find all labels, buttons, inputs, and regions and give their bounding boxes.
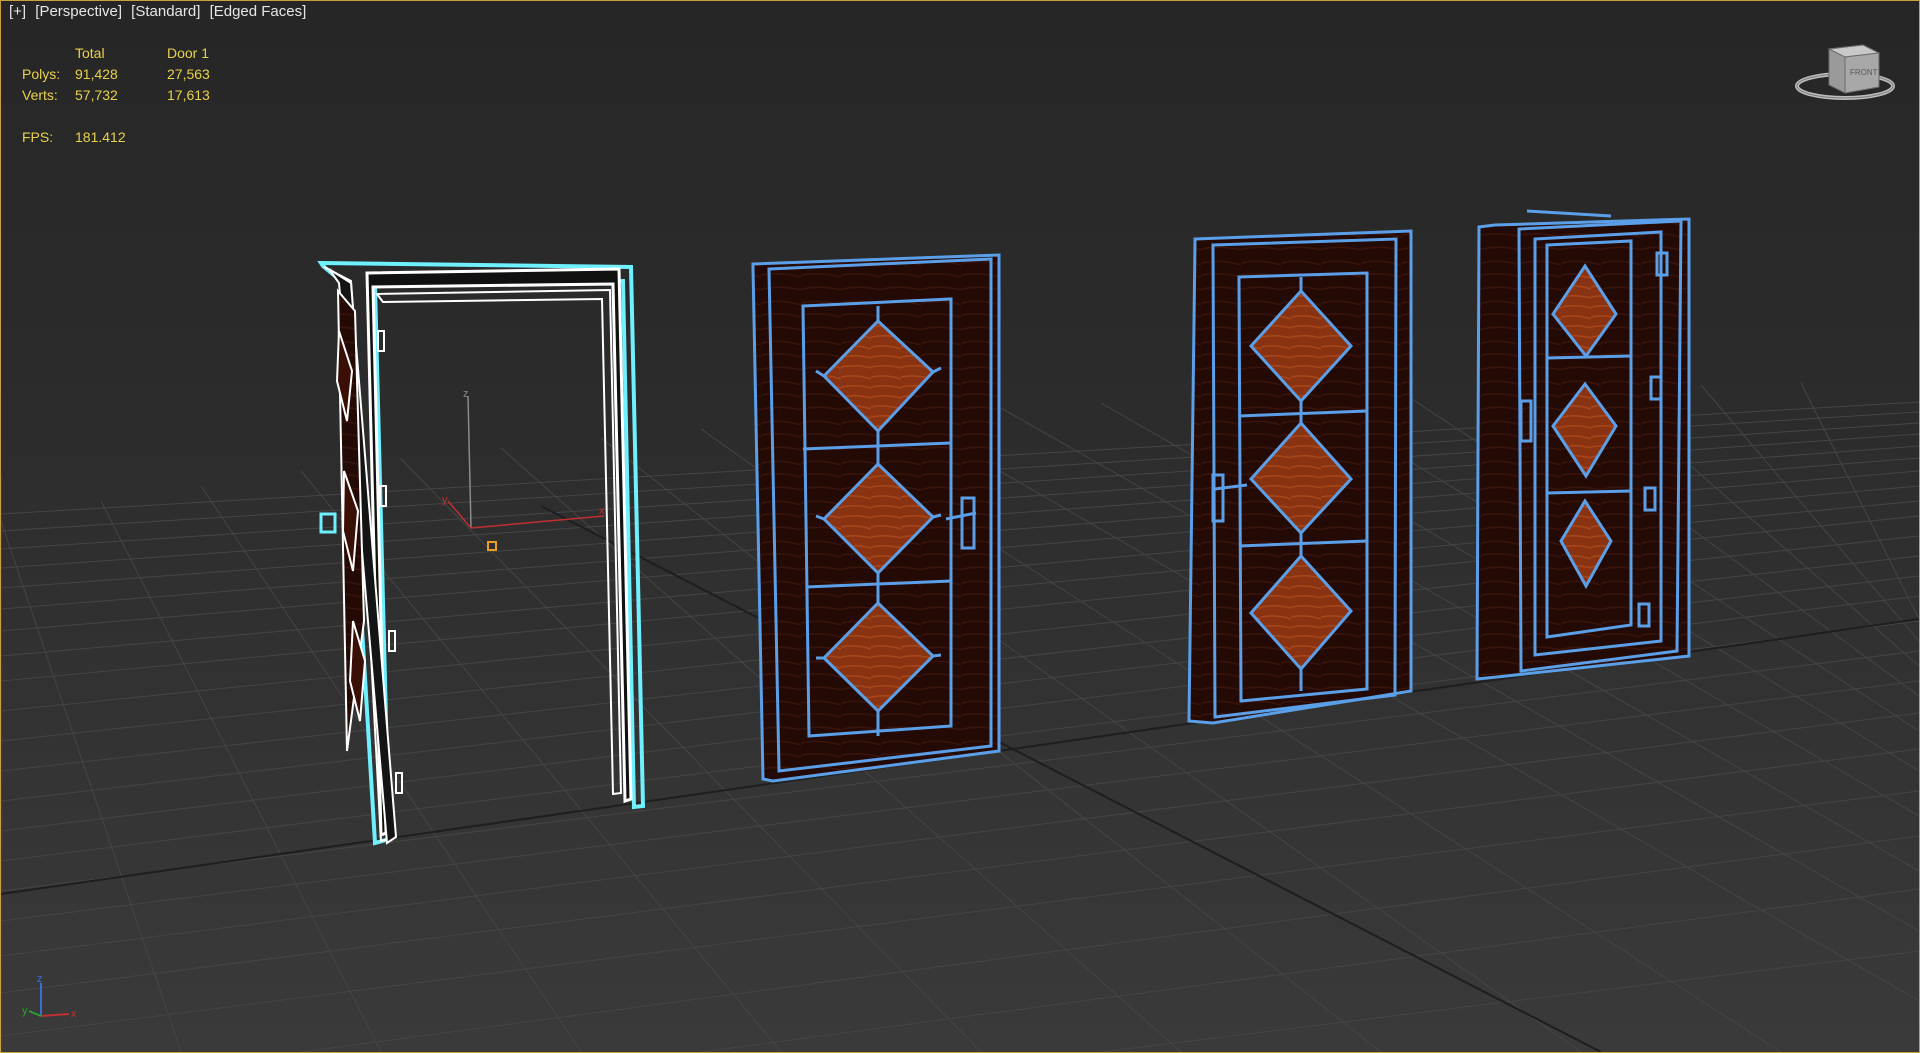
gizmo-x-label: x (599, 505, 605, 517)
door-1-selected[interactable] (317, 260, 646, 846)
viewport-display-mode-menu[interactable]: [Edged Faces] (210, 3, 307, 20)
viewport-plus-menu[interactable]: [+] (9, 3, 26, 20)
tripod-x-label: x (71, 1008, 77, 1020)
viewcube-front-label: FRONT (1850, 68, 1878, 77)
stats-verts-total: 57,732 (75, 87, 118, 103)
stats-fps-value: 181.412 (75, 129, 126, 145)
door-2[interactable] (751, 253, 1001, 783)
stats-polys-selected: 27,563 (167, 66, 210, 82)
viewcube-icon[interactable]: FRONT (1793, 41, 1903, 111)
viewport-label-menu: [+] [Perspective] [Standard] [Edged Face… (9, 3, 311, 20)
tripod-z-label: z (37, 973, 43, 985)
stats-header-total: Total (75, 45, 105, 61)
stats-verts-label: Verts: (22, 87, 58, 103)
scene-canvas[interactable]: z x y z x y (1, 1, 1919, 1052)
stats-fps-label: FPS: (22, 129, 54, 145)
stats-polys-total: 91,428 (75, 66, 118, 82)
gizmo-z-label: z (463, 388, 469, 400)
gizmo-y-label: y (442, 494, 448, 506)
stats-header-selected: Door 1 (167, 45, 210, 61)
viewport-point-of-view-menu[interactable]: [Perspective] (35, 3, 122, 20)
perspective-viewport[interactable]: z x y z x y [+] [Perspective] [Standard]… (0, 0, 1920, 1053)
stats-polys-label: Polys: (22, 66, 61, 82)
door-4[interactable] (1475, 209, 1691, 681)
viewcube-navigation[interactable]: FRONT (1793, 41, 1903, 111)
tripod-y-label: y (22, 1005, 28, 1017)
viewport-shading-standard-menu[interactable]: [Standard] (131, 3, 200, 20)
door-3[interactable] (1187, 229, 1413, 725)
world-axis-tripod: z x y (22, 973, 77, 1020)
stats-verts-selected: 17,613 (167, 87, 210, 103)
